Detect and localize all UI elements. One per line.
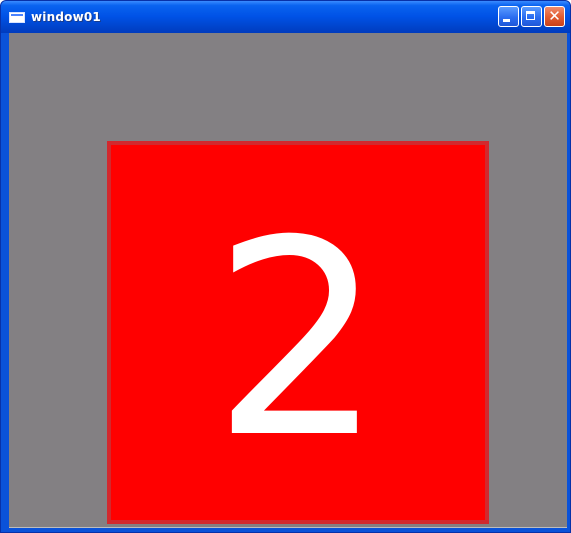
client-area: 2 (9, 33, 567, 528)
minimize-button[interactable] (498, 6, 519, 27)
minimize-icon (499, 7, 518, 26)
window-app-icon (9, 11, 25, 23)
title-bar[interactable]: window01 ✕ (1, 1, 570, 33)
maximize-button[interactable] (521, 6, 542, 27)
window-controls: ✕ (498, 6, 565, 27)
close-button[interactable]: ✕ (544, 6, 565, 27)
number-digit: 2 (212, 181, 384, 497)
app-window: window01 ✕ 2 (0, 0, 571, 533)
number-card: 2 (107, 141, 489, 524)
maximize-icon (522, 7, 541, 26)
close-icon: ✕ (548, 7, 561, 25)
window-title: window01 (31, 10, 101, 24)
